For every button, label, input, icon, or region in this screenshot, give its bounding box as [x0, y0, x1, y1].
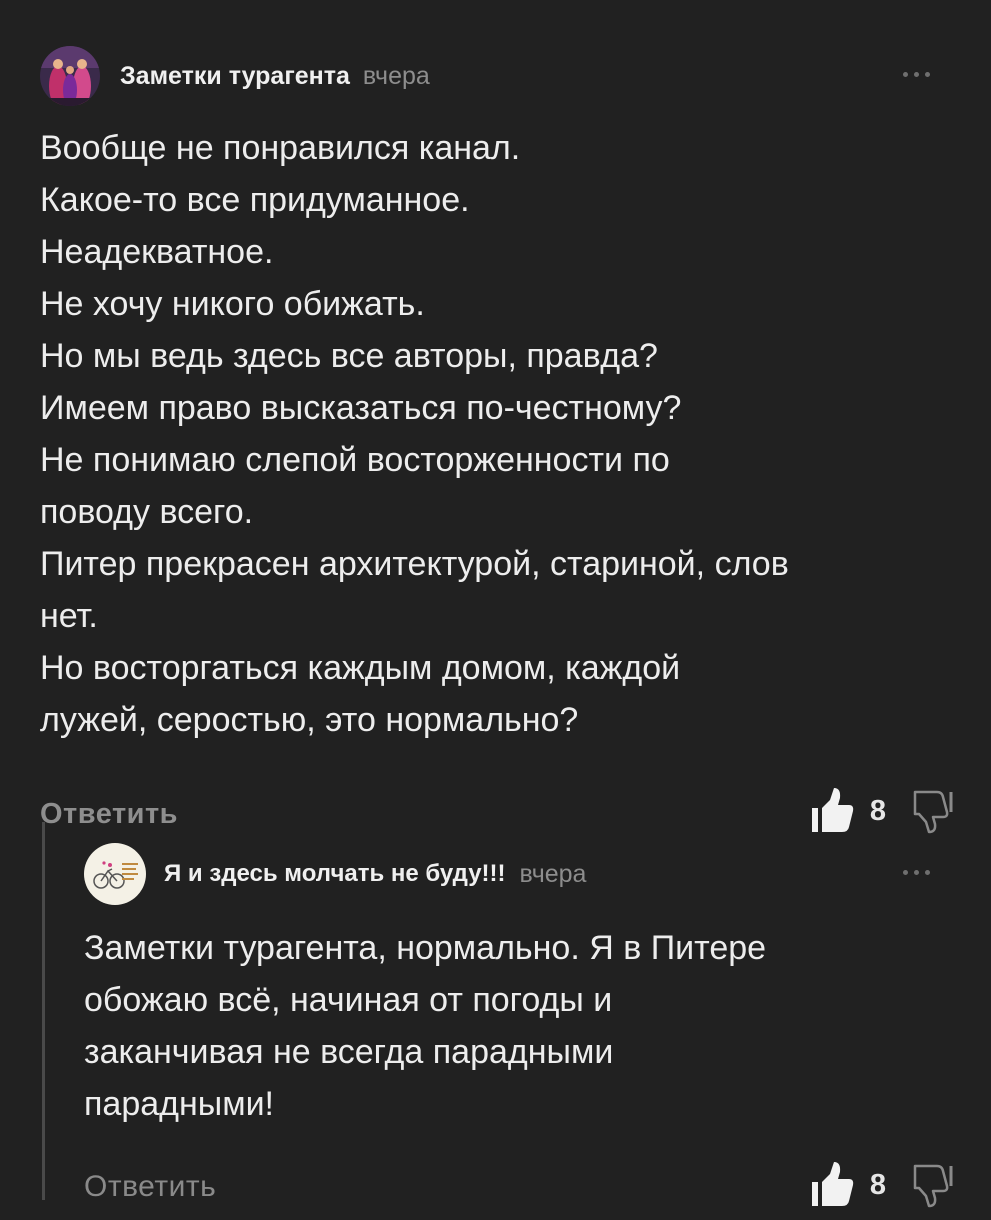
more-dots-icon[interactable] [903, 870, 930, 875]
thumbs-down-icon[interactable] [912, 1160, 958, 1210]
reply-comment: Я и здесь молчать не буду!!! вчера Замет… [84, 842, 960, 1220]
thumbs-up-icon[interactable] [808, 786, 854, 836]
comment-line: нет. [40, 597, 98, 635]
thread-line [42, 822, 45, 1200]
comment-header: Заметки турагента вчера [40, 44, 960, 108]
reply-button[interactable]: Ответить [40, 798, 178, 831]
thumbs-up-icon[interactable] [808, 1160, 854, 1210]
comment-text: Заметки турагента, нормально. Я в Питере… [84, 922, 960, 1130]
reactions: 8 [808, 1160, 958, 1210]
comment-line: Но восторгаться каждым домом, каждой [40, 649, 681, 687]
avatar[interactable] [40, 46, 100, 106]
comment-line: Не понимаю слепой восторженности по [40, 441, 670, 479]
comment-line: лужей, серостью, это нормально? [40, 701, 579, 739]
comment-footer: Ответить 8 [84, 1160, 960, 1220]
author-name[interactable]: Я и здесь молчать не буду!!! [164, 860, 506, 888]
comment-time: вчера [519, 859, 587, 888]
like-count: 8 [869, 1168, 886, 1201]
reactions: 8 [808, 786, 958, 836]
comment: Заметки турагента вчера Вообще не понрав… [40, 44, 960, 846]
comment-line: Вообще не понравился канал. [40, 129, 521, 167]
comment-line: Заметки турагента, нормально. Я в Питере [84, 929, 767, 967]
comment-line: поводу всего. [40, 493, 254, 531]
avatar[interactable] [84, 843, 146, 905]
comment-line: парадными! [84, 1085, 275, 1123]
comment-line: Какое-то все придуманное. [40, 181, 470, 219]
comment-line: обожаю всё, начиная от погоды и [84, 981, 613, 1019]
comment-header: Я и здесь молчать не буду!!! вчера [84, 842, 960, 906]
comment-line: Неадекватное. [40, 233, 274, 271]
reply-button[interactable]: Ответить [84, 1170, 216, 1204]
comment-text: Вообще не понравился канал. Какое-то все… [40, 122, 960, 746]
comment-footer: Ответить 8 [40, 786, 960, 846]
comment-line: заканчивая не всегда парадными [84, 1033, 614, 1071]
author-name[interactable]: Заметки турагента [120, 62, 350, 91]
comment-line: Но мы ведь здесь все авторы, правда? [40, 337, 658, 375]
comment-line: Питер прекрасен архитектурой, стариной, … [40, 545, 789, 583]
more-dots-icon[interactable] [903, 72, 930, 77]
comment-time: вчера [362, 61, 430, 90]
comment-line: Имеем право высказаться по-честному? [40, 389, 682, 427]
like-count: 8 [869, 794, 886, 827]
comment-line: Не хочу никого обижать. [40, 285, 425, 323]
thumbs-down-icon[interactable] [912, 786, 958, 836]
